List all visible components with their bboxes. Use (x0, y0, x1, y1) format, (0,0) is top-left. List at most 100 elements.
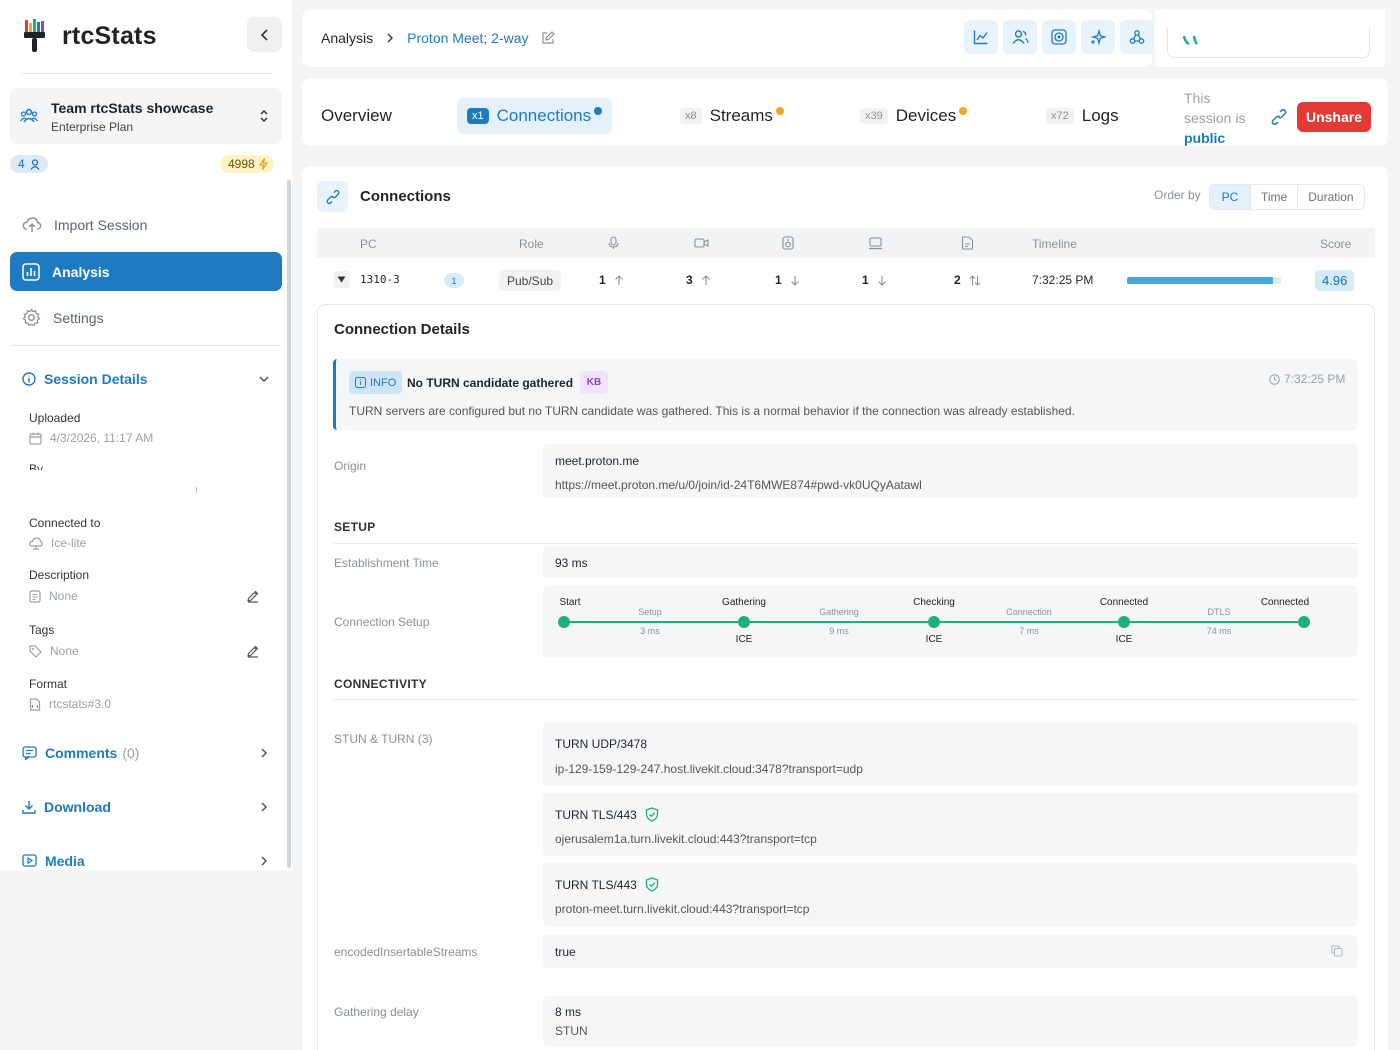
step-start-label: Start (559, 597, 581, 608)
col-timeline[interactable]: Timeline (1032, 237, 1077, 251)
tab-overview[interactable]: Overview (321, 98, 392, 134)
app-logo[interactable]: rtcStats (22, 16, 157, 56)
timeline-bar[interactable] (1127, 277, 1281, 284)
tab-devices[interactable]: x39 Devices (860, 98, 968, 134)
team-switcher[interactable]: Team rtcStats showcase Enterprise Plan (10, 88, 282, 144)
expand-row-button[interactable] (333, 271, 350, 288)
audio-value: 1 (599, 273, 606, 287)
tab-overview-label: Overview (321, 106, 392, 125)
calendar-icon (29, 432, 42, 445)
credits-badge[interactable]: 4998 (220, 155, 274, 173)
team-selector-dropdown[interactable] (1167, 28, 1370, 58)
team-name: Team rtcStats showcase (51, 100, 214, 116)
step-checking-node[interactable] (928, 616, 940, 628)
tab-streams[interactable]: x8 Streams (680, 98, 784, 134)
tags-label: Tags (29, 623, 55, 637)
info-level-text: INFO (370, 376, 397, 389)
chevron-right-icon (261, 856, 268, 866)
comments-section-toggle[interactable]: Comments (0) (22, 745, 270, 761)
step-start-node[interactable] (558, 616, 570, 628)
edit-description-icon[interactable] (246, 589, 260, 603)
step-gathering-node[interactable] (738, 616, 750, 628)
stun-turn-label: STUN & TURN (3) (334, 732, 433, 746)
webhook-button[interactable] (1120, 20, 1154, 54)
step-connected-ice-node[interactable] (1118, 616, 1130, 628)
tab-streams-label: Streams (709, 106, 773, 125)
origin-host: meet.proton.me (555, 454, 640, 468)
collapse-toggle[interactable] (333, 271, 350, 288)
breadcrumb-root[interactable]: Analysis (321, 30, 373, 46)
chevron-left-icon (260, 28, 268, 41)
tab-logs[interactable]: x72 Logs (1046, 98, 1119, 134)
participants-button[interactable] (1003, 20, 1037, 54)
copy-icon[interactable] (1331, 945, 1343, 957)
gear-icon (22, 308, 41, 327)
nav-import-session[interactable]: Import Session (10, 205, 282, 244)
media-section-toggle[interactable]: Media (22, 853, 270, 869)
kb-link-badge[interactable]: KB (580, 371, 608, 394)
col-score[interactable]: Score (1320, 237, 1351, 251)
origin-url[interactable]: https://meet.proton.me/u/0/join/id-24T6M… (555, 478, 922, 492)
unshare-button[interactable]: Unshare (1297, 102, 1371, 132)
breadcrumb-current[interactable]: Proton Meet; 2-way (407, 30, 528, 46)
phase-setup-ms: 3 ms (640, 626, 660, 636)
order-duration-option[interactable]: Duration (1297, 185, 1363, 209)
col-pc[interactable]: PC (360, 237, 377, 251)
arrow-up-icon (701, 274, 710, 285)
uploaded-label: Uploaded (29, 411, 81, 425)
chevron-right-icon (387, 33, 394, 43)
nav-settings-label: Settings (53, 309, 104, 326)
connected-to-value: Ice-lite (29, 536, 86, 550)
target-button[interactable] (1042, 20, 1076, 54)
step-connected-ice-sub: ICE (1115, 634, 1133, 645)
users-icon (1011, 30, 1029, 44)
users-badge[interactable]: 4 (10, 155, 48, 173)
chart-button[interactable] (964, 20, 998, 54)
cloud-upload-icon (22, 216, 42, 232)
chevron-updown-icon (260, 109, 268, 123)
score-badge[interactable]: 4.96 (1315, 270, 1355, 291)
comments-count: (0) (122, 745, 140, 761)
shield-check-icon (645, 877, 658, 892)
nav-settings[interactable]: Settings (10, 298, 282, 337)
lightning-icon (258, 158, 268, 170)
table-row[interactable]: 1310-3 1 Pub/Sub 1 3 1 1 2 7:32:25 PM 4.… (317, 262, 1375, 298)
step-checking-label: Checking (913, 597, 955, 608)
phase-connection-ms: 7 ms (1019, 626, 1039, 636)
phase-dtls-name: DTLS (1207, 607, 1231, 617)
step-connected-node[interactable] (1298, 616, 1310, 628)
sidebar-scrollbar[interactable] (287, 180, 291, 868)
nav-analysis[interactable]: Analysis (10, 252, 282, 291)
warning-dot (959, 107, 968, 115)
phase-gathering-name: Gathering (819, 607, 859, 617)
order-time-option[interactable]: Time (1250, 185, 1297, 209)
info-square-icon (355, 377, 366, 388)
share-line1: This (1184, 90, 1211, 106)
share-state: public (1184, 130, 1226, 146)
session-details-toggle[interactable]: Session Details (22, 371, 270, 387)
alert-time: 7:32:25 PM (1269, 372, 1345, 386)
collapse-sidebar-button[interactable] (247, 17, 282, 52)
edit-tags-icon[interactable] (246, 644, 260, 658)
order-by-label: Order by (1154, 188, 1201, 202)
connections-table-header: PC Role Timeline Score (317, 228, 1375, 258)
nav-analysis-label: Analysis (52, 263, 110, 280)
sidebar: rtcStats Team rtcStats showcase Enterpri… (0, 0, 292, 870)
ai-insights-button[interactable] (1081, 20, 1115, 54)
tab-devices-label: Devices (895, 106, 957, 125)
gathering-delay-type: STUN (555, 1024, 588, 1038)
col-role[interactable]: Role (519, 237, 544, 251)
connection-details-title: Connection Details (334, 321, 470, 338)
edit-name-icon[interactable] (541, 31, 555, 45)
order-pc-option[interactable]: PC (1210, 185, 1250, 209)
tab-connections[interactable]: x1 Connections (457, 98, 613, 134)
eis-value: true (555, 945, 576, 959)
webhook-icon (1129, 30, 1145, 44)
phase-gathering-ms: 9 ms (829, 626, 849, 636)
download-section-toggle[interactable]: Download (22, 799, 270, 815)
link-icon[interactable] (1271, 108, 1287, 126)
header-bar: Analysis Proton Meet; 2-way (302, 10, 1154, 67)
users-count: 4 (18, 157, 25, 171)
status-dot (594, 107, 603, 115)
audio-count: 1 (599, 273, 624, 287)
